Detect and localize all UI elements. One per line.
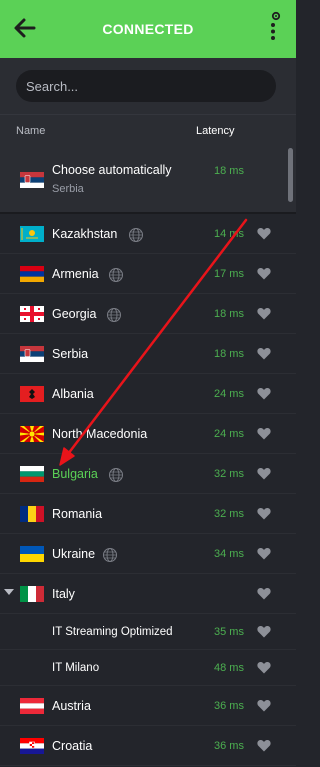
scrollbar-thumb[interactable] (288, 148, 293, 202)
streaming-globe-icon (109, 268, 123, 282)
server-name: IT Milano (52, 662, 100, 674)
latency-value: 14 ms (214, 228, 244, 240)
ua-flag-icon (20, 546, 44, 562)
triangle-down-icon[interactable] (4, 589, 14, 597)
latency-value: 17 ms (214, 268, 244, 280)
country-name: Romania (52, 507, 103, 521)
heart-icon[interactable] (257, 739, 271, 752)
country-name: Armenia (52, 267, 99, 281)
choose-automatically-label: Choose automatically (52, 163, 172, 177)
latency-value: 36 ms (214, 740, 244, 752)
app-header: CONNECTED (0, 0, 296, 58)
latency-column-header[interactable]: Latency (196, 125, 235, 137)
streaming-globe-icon (109, 468, 123, 482)
latency-value: 18 ms (214, 348, 244, 360)
ge-flag-icon (20, 306, 44, 322)
streaming-globe-icon (103, 548, 117, 562)
ro-flag-icon (20, 506, 44, 522)
country-name: Croatia (52, 739, 93, 753)
server-row-croatia[interactable]: Croatia 36 ms (0, 726, 296, 766)
search-input[interactable] (26, 70, 266, 102)
country-name: Georgia (52, 307, 97, 321)
settings-menu-icon[interactable] (262, 11, 286, 43)
server-row-it-milano[interactable]: IT Milano 48 ms (0, 650, 296, 686)
server-row-georgia[interactable]: Georgia 18 ms (0, 294, 296, 334)
server-row-romania[interactable]: Romania 32 ms (0, 494, 296, 534)
connection-status-title: CONNECTED (102, 21, 194, 37)
country-name: Ukraine (52, 547, 96, 561)
latency-value: 18 ms (214, 308, 244, 320)
country-name: Italy (52, 587, 75, 601)
latency-value: 32 ms (214, 508, 244, 520)
server-row-it-streaming-optimized[interactable]: IT Streaming Optimized 35 ms (0, 614, 296, 650)
rs-flag-icon (20, 172, 44, 188)
name-column-header[interactable]: Name (16, 125, 45, 137)
kz-flag-icon (20, 226, 44, 242)
heart-icon[interactable] (257, 347, 271, 360)
heart-icon[interactable] (257, 507, 271, 520)
latency-value: 34 ms (214, 548, 244, 560)
server-row-italy[interactable]: Italy (0, 574, 296, 614)
heart-icon[interactable] (257, 625, 271, 638)
hr-flag-icon (20, 738, 44, 754)
latency-value: 32 ms (214, 468, 244, 480)
server-row-albania[interactable]: Albania 24 ms (0, 374, 296, 414)
country-name: Austria (52, 699, 91, 713)
heart-icon[interactable] (257, 427, 271, 440)
auto-latency: 18 ms (214, 165, 244, 177)
latency-value: 48 ms (214, 662, 244, 674)
heart-icon[interactable] (257, 227, 271, 240)
server-row-armenia[interactable]: Armenia 17 ms (0, 254, 296, 294)
choose-automatically-row[interactable]: Choose automatically Serbia 18 ms (0, 146, 296, 212)
al-flag-icon (20, 386, 44, 402)
column-header: Name Latency (0, 114, 296, 146)
latency-value: 24 ms (214, 428, 244, 440)
mk-flag-icon (20, 426, 44, 442)
at-flag-icon (20, 698, 44, 714)
auto-country-subtitle: Serbia (52, 183, 84, 195)
country-name: Serbia (52, 347, 89, 361)
server-row-kazakhstan[interactable]: Kazakhstan 14 ms (0, 214, 296, 254)
server-row-austria[interactable]: Austria 36 ms (0, 686, 296, 726)
heart-icon[interactable] (257, 467, 271, 480)
heart-icon[interactable] (257, 267, 271, 280)
country-name: Albania (52, 387, 94, 401)
country-name: Kazakhstan (52, 227, 118, 241)
latency-value: 36 ms (214, 700, 244, 712)
row-separator (0, 765, 296, 766)
search-box (16, 70, 276, 102)
server-name: IT Streaming Optimized (52, 626, 173, 638)
server-row-serbia[interactable]: Serbia 18 ms (0, 334, 296, 374)
country-name: Bulgaria (52, 467, 98, 481)
heart-icon[interactable] (257, 699, 271, 712)
server-row-north-macedonia[interactable]: North Macedonia 24 ms (0, 414, 296, 454)
latency-value: 24 ms (214, 388, 244, 400)
country-name: North Macedonia (52, 427, 148, 441)
heart-icon[interactable] (257, 661, 271, 674)
rs-flag-icon (20, 346, 44, 362)
heart-icon[interactable] (257, 387, 271, 400)
it-flag-icon (20, 586, 44, 602)
streaming-globe-icon (107, 308, 121, 322)
heart-icon[interactable] (257, 547, 271, 560)
am-flag-icon (20, 266, 44, 282)
heart-icon[interactable] (257, 307, 271, 320)
server-row-bulgaria[interactable]: Bulgaria 32 ms (0, 454, 296, 494)
bg-flag-icon (20, 466, 44, 482)
server-row-ukraine[interactable]: Ukraine 34 ms (0, 534, 296, 574)
latency-value: 35 ms (214, 626, 244, 638)
streaming-globe-icon (129, 228, 143, 242)
search-area (0, 58, 296, 114)
heart-icon[interactable] (257, 587, 271, 600)
